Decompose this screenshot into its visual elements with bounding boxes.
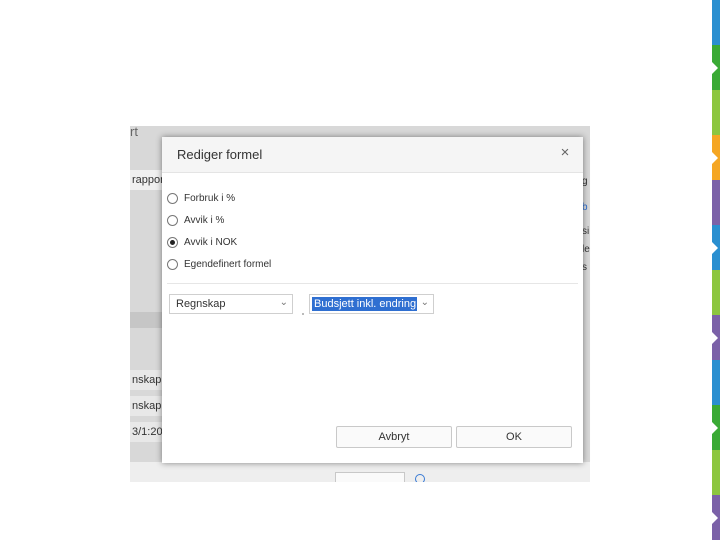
stripe-notch	[712, 511, 718, 524]
background-band: nskap	[130, 396, 162, 416]
stripe-notch	[712, 421, 718, 434]
background-input	[335, 472, 405, 482]
stripe-notch	[712, 331, 718, 344]
background-right-text: le	[582, 244, 590, 255]
separator-dot	[302, 313, 304, 315]
stripe-segment	[712, 180, 720, 226]
edit-formula-dialog: Rediger formel × Forbruk i % Avvik i % A…	[162, 137, 583, 463]
source-select[interactable]: Regnskap ⌄	[169, 294, 293, 314]
stripe-notch	[712, 61, 718, 74]
stripe-segment	[712, 90, 720, 136]
formula-options: Forbruk i % Avvik i % Avvik i NOK Egende…	[167, 187, 271, 275]
background-right-text: b	[582, 202, 588, 213]
stripe-notch	[712, 151, 718, 164]
radio-label: Avvik i NOK	[184, 236, 238, 248]
ok-button[interactable]: OK	[456, 426, 572, 448]
radio-button[interactable]	[167, 214, 178, 226]
decorative-stripe	[712, 0, 720, 540]
background-band: 3/1:201	[130, 422, 169, 442]
dialog-header: Rediger formel ×	[162, 137, 583, 173]
stripe-notch	[712, 241, 718, 254]
stripe-segment	[712, 450, 720, 496]
divider	[167, 283, 578, 284]
option-avvik-prosent[interactable]: Avvik i %	[167, 209, 271, 231]
radio-button[interactable]	[167, 192, 178, 204]
cancel-button[interactable]: Avbryt	[336, 426, 452, 448]
stripe-segment	[712, 360, 720, 406]
radio-label: Forbruk i %	[184, 192, 236, 204]
option-avvik-nok[interactable]: Avvik i NOK	[167, 231, 271, 253]
background-top-text: rt	[130, 126, 138, 139]
compare-select-value: Budsjett inkl. endring	[312, 297, 417, 311]
chevron-down-icon: ⌄	[420, 297, 429, 308]
dialog-title: Rediger formel	[177, 147, 263, 162]
radio-label: Avvik i %	[184, 214, 225, 226]
background-right-text: g	[582, 176, 588, 187]
radio-label: Egendefinert formel	[184, 258, 272, 270]
background-band	[130, 312, 162, 328]
chevron-down-icon: ⌄	[279, 297, 288, 308]
radio-button[interactable]	[167, 258, 178, 270]
background-right-text: s	[582, 262, 587, 273]
background-band: rappor	[130, 170, 164, 190]
source-select-value: Regnskap	[176, 298, 226, 310]
stripe-segment	[712, 0, 720, 46]
close-icon[interactable]: ×	[557, 145, 573, 161]
radio-button-selected[interactable]	[167, 236, 178, 248]
option-forbruk[interactable]: Forbruk i %	[167, 187, 271, 209]
stripe-segment	[712, 270, 720, 316]
background-band: nskap	[130, 370, 162, 390]
background-circle-icon	[415, 474, 425, 482]
compare-select[interactable]: Budsjett inkl. endring ⌄	[309, 294, 434, 314]
background-right-text: si	[582, 226, 590, 237]
option-egendefinert[interactable]: Egendefinert formel	[167, 253, 271, 275]
